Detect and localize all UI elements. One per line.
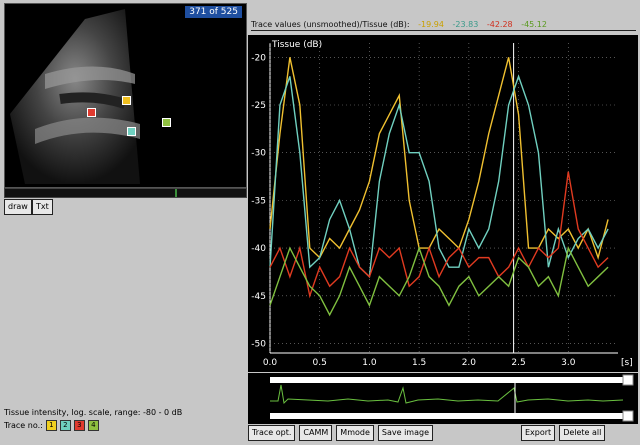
trace-no-1[interactable]: 1: [45, 420, 57, 431]
camm-button[interactable]: CAMM: [299, 425, 333, 441]
x-tick-label: 1.0: [362, 358, 377, 368]
y-tick-label: -30: [251, 149, 266, 159]
y-tick-label: -25: [251, 101, 266, 111]
y-tick-label: -20: [251, 53, 266, 63]
x-unit-label: [s]: [621, 358, 633, 368]
x-tick-label: 2.5: [511, 358, 525, 368]
header-divider: [251, 30, 636, 31]
ecg-strip[interactable]: [248, 373, 638, 424]
x-tick-label: 1.5: [412, 358, 426, 368]
mmode-button[interactable]: Mmode: [336, 425, 374, 441]
frame-scrub-handle[interactable]: [175, 189, 177, 197]
echo-image-panel[interactable]: 371 of 525: [4, 3, 247, 188]
series-line-4: [269, 245, 609, 317]
trace-no-2[interactable]: 2: [59, 420, 71, 431]
y-tick-label: -45: [251, 292, 266, 302]
trace-value-1: -19.94: [418, 20, 444, 29]
save-image-button[interactable]: Save image: [377, 425, 433, 441]
export-button[interactable]: Export: [521, 425, 556, 441]
echo-marker-4[interactable]: [162, 118, 171, 127]
echo-marker-3[interactable]: [127, 127, 136, 136]
trace-number-row: Trace no.: 1 2 3 4: [4, 420, 99, 431]
draw-button[interactable]: draw: [4, 199, 32, 215]
trace-no-4[interactable]: 4: [87, 420, 99, 431]
series-line-1: [269, 57, 609, 261]
echo-marker-1[interactable]: [87, 108, 96, 117]
trace-value-4: -45.12: [521, 20, 547, 29]
echo-marker-2[interactable]: [122, 96, 131, 105]
x-tick-label: 3.0: [561, 358, 576, 368]
y-tick-label: -35: [251, 196, 266, 206]
y-axis-title: Tissue (dB): [271, 40, 322, 50]
ecg-strip-svg: [270, 374, 634, 422]
trace-values-header: Trace values (unsmoothed)/Tissue (dB): -…: [251, 20, 553, 29]
frame-counter: 371 of 525: [185, 6, 242, 18]
x-tick-label: 0.5: [313, 358, 327, 368]
frame-scrub-bar[interactable]: [4, 188, 247, 198]
y-tick-label: -40: [251, 244, 266, 254]
trace-no-3[interactable]: 3: [73, 420, 85, 431]
trace-value-2: -23.83: [452, 20, 479, 29]
trace-opt-button[interactable]: Trace opt.: [248, 425, 296, 441]
x-tick-label: 2.0: [462, 358, 477, 368]
trace-plot-svg[interactable]: -20 -25 -30 -35 -40 -45 -50 0.0 0.5 1.0 1.5 2.0 2.5 3…: [248, 35, 638, 372]
intensity-info: Tissue intensity, log. scale, range: -80…: [4, 408, 183, 417]
y-tick-label: -50: [251, 339, 266, 349]
txt-button[interactable]: Txt: [32, 199, 53, 215]
delete-all-button[interactable]: Delete all: [559, 425, 606, 441]
trace-plot[interactable]: -20 -25 -30 -35 -40 -45 -50 0.0 0.5 1.0 1.5 2.0 2.5 3…: [248, 35, 638, 372]
trace-no-label: Trace no.:: [4, 421, 43, 430]
bottom-toolbar: Trace opt. CAMM Mmode Save image Export …: [248, 425, 606, 441]
trace-value-3: -42.28: [486, 20, 513, 29]
trace-values-label: Trace values (unsmoothed)/Tissue (dB):: [251, 20, 410, 29]
x-tick-label: 0.0: [263, 358, 278, 368]
series-line-2: [269, 74, 609, 279]
